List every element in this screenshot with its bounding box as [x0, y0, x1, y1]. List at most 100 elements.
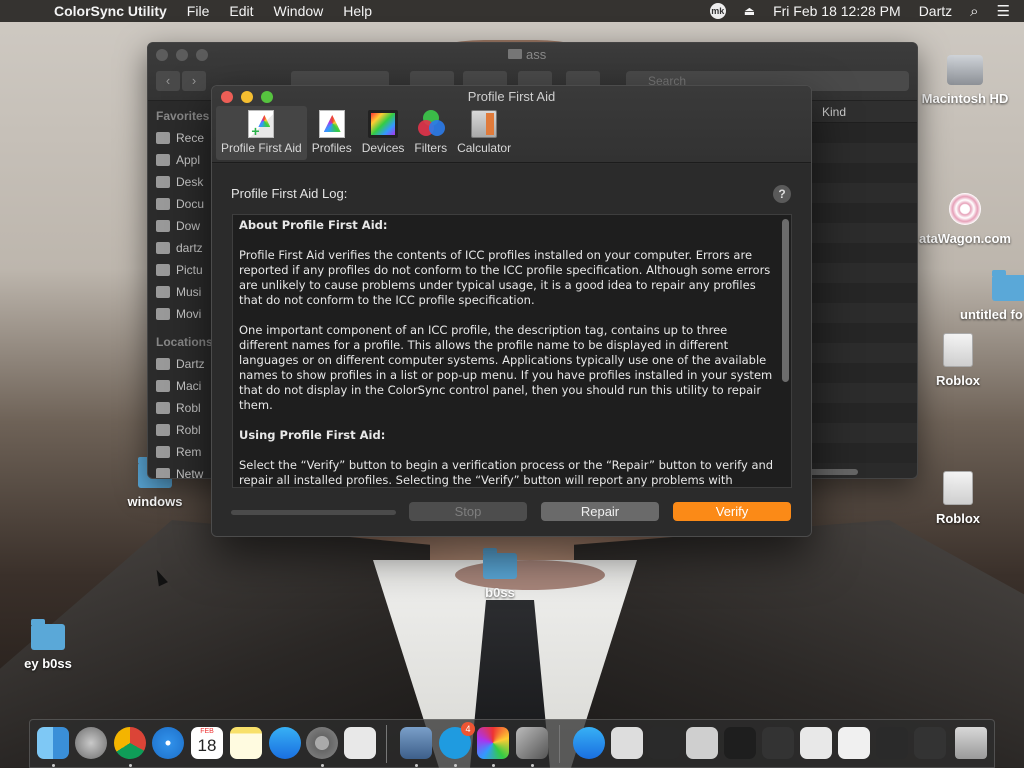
sidebar-item-roblox-1[interactable]: Robl	[156, 397, 212, 419]
sidebar-item-label: Docu	[176, 197, 205, 211]
menu-bar: ColorSync Utility File Edit Window Help …	[0, 0, 1024, 22]
menu-clock[interactable]: Fri Feb 18 12:28 PM	[773, 3, 901, 19]
tab-calculator[interactable]: Calculator	[452, 106, 516, 160]
computer-icon	[156, 358, 170, 370]
window-thumb-icon[interactable]	[800, 727, 832, 759]
vertical-scrollbar[interactable]	[782, 219, 789, 382]
calendar-day: 18	[197, 736, 217, 755]
profile-first-aid-icon	[248, 110, 275, 139]
mk-icon[interactable]: 4	[439, 722, 475, 759]
sidebar-item-network[interactable]: Netw	[156, 463, 212, 478]
utilities-icon[interactable]	[516, 727, 548, 759]
photo-icon[interactable]	[686, 727, 718, 759]
window-title: Profile First Aid	[467, 89, 556, 104]
calendar-month: FEB	[200, 728, 214, 735]
sidebar-item-downloads[interactable]: Dow	[156, 215, 212, 237]
colorsync-toolbar: Profile First Aid Profile First Aid Prof…	[212, 86, 811, 163]
minimize-icon[interactable]	[176, 49, 188, 61]
notes-icon[interactable]	[230, 727, 262, 759]
colorsync-icon[interactable]	[477, 727, 509, 759]
menu-app-name[interactable]: ColorSync Utility	[54, 3, 167, 19]
help-icon[interactable]: ?	[773, 185, 791, 203]
photo-icon[interactable]	[611, 727, 643, 759]
dock-separator	[386, 725, 387, 763]
flower-icon	[949, 193, 981, 225]
desktop-icon-untitled-folder[interactable]: untitled fo	[960, 270, 1024, 322]
desktop-icon-roblox-1[interactable]: Roblox	[925, 333, 991, 388]
colorsync-window[interactable]: Profile First Aid Profile First Aid Prof…	[211, 85, 812, 537]
launchpad-icon[interactable]	[75, 727, 107, 759]
menu-file[interactable]: File	[187, 3, 210, 19]
window-thumb-icon[interactable]	[914, 727, 946, 759]
forward-icon[interactable]: ›	[182, 71, 206, 91]
log-paragraph: One important component of an ICC profil…	[239, 323, 773, 412]
eject-icon[interactable]: ⏏	[744, 4, 755, 18]
desktop-icon-label: Roblox	[935, 511, 981, 526]
file-list[interactable]	[812, 123, 917, 463]
window-thumb-icon[interactable]	[724, 727, 756, 759]
stop-button[interactable]: Stop	[409, 502, 527, 521]
tab-profiles[interactable]: Profiles	[307, 106, 357, 160]
verify-button[interactable]: Verify	[673, 502, 791, 521]
downloads-icon	[156, 220, 170, 232]
sidebar-item-desktop[interactable]: Desk	[156, 171, 212, 193]
preview-icon[interactable]	[400, 727, 432, 759]
calendar-icon[interactable]: FEB 18	[191, 727, 223, 759]
desktop-icon-macintosh-hd[interactable]: Macintosh HD	[915, 55, 1015, 106]
roblox-icon[interactable]	[344, 727, 376, 759]
sidebar-item-pictures[interactable]: Pictu	[156, 259, 212, 281]
menu-help[interactable]: Help	[343, 3, 372, 19]
back-icon[interactable]: ‹	[156, 71, 180, 91]
desktop-icon-label: Macintosh HD	[921, 91, 1009, 106]
dock: FEB 18 4	[29, 719, 995, 768]
finder-icon[interactable]	[37, 727, 69, 759]
desktop-icon-label: ataWagon.com	[919, 231, 1011, 246]
sidebar-item-documents[interactable]: Docu	[156, 193, 212, 215]
window-thumb-icon[interactable]	[762, 727, 794, 759]
tab-label: Calculator	[457, 141, 512, 155]
window-thumb-icon[interactable]	[876, 727, 908, 759]
tab-profile-first-aid[interactable]: Profile First Aid	[216, 106, 307, 160]
running-indicator	[454, 764, 457, 767]
repair-button[interactable]: Repair	[541, 502, 659, 521]
trash-icon[interactable]	[955, 727, 987, 759]
sidebar-item-home[interactable]: dartz	[156, 237, 212, 259]
desktop-icon-roblox-2[interactable]: Roblox	[925, 471, 991, 526]
menu-window[interactable]: Window	[273, 3, 323, 19]
window-thumb-icon[interactable]	[648, 727, 680, 759]
close-icon[interactable]	[156, 49, 168, 61]
sidebar-item-recents[interactable]: Rece	[156, 127, 212, 149]
sidebar-item-applications[interactable]: Appl	[156, 149, 212, 171]
sidebar-item-macintosh[interactable]: Maci	[156, 375, 212, 397]
sidebar-item-dartz[interactable]: Dartz	[156, 353, 212, 375]
sidebar-item-remote-disc[interactable]: Rem	[156, 441, 212, 463]
tab-filters[interactable]: Filters	[409, 106, 452, 160]
menu-user[interactable]: Dartz	[919, 3, 952, 19]
profiles-icon	[318, 110, 345, 138]
menu-edit[interactable]: Edit	[229, 3, 253, 19]
safari-icon[interactable]	[152, 727, 184, 759]
system-preferences-icon[interactable]	[306, 727, 338, 759]
mk-status-icon[interactable]: mk	[709, 3, 726, 19]
window-thumb-icon[interactable]	[838, 727, 870, 759]
desktop-icon-boss[interactable]: b0ss	[465, 548, 535, 600]
notification-center-icon[interactable]: ☰	[997, 2, 1010, 20]
column-header-kind[interactable]: Kind	[812, 101, 917, 123]
log-heading-using: Using Profile First Aid:	[239, 428, 386, 442]
app-store-icon[interactable]	[269, 727, 301, 759]
status-area: mk ⏏ Fri Feb 18 12:28 PM Dartz ⌕ ☰	[709, 0, 1024, 22]
spotlight-icon[interactable]: ⌕	[970, 3, 978, 20]
chrome-icon[interactable]	[114, 727, 146, 759]
sidebar-item-movies[interactable]: Movi	[156, 303, 212, 325]
devices-icon	[368, 110, 399, 138]
desktop-icon-ey-boss[interactable]: ey b0ss	[10, 619, 86, 671]
desktop-icon-datawagon[interactable]: ataWagon.com	[915, 193, 1015, 246]
sidebar-item-music[interactable]: Musi	[156, 281, 212, 303]
sidebar-item-roblox-2[interactable]: Robl	[156, 419, 212, 441]
zoom-icon[interactable]	[196, 49, 208, 61]
tab-devices[interactable]: Devices	[357, 106, 410, 160]
notification-badge: 4	[461, 722, 475, 736]
app-store-icon[interactable]	[573, 727, 605, 759]
apple-menu-icon[interactable]	[20, 3, 40, 19]
log-textview[interactable]: About Profile First Aid: Profile First A…	[232, 214, 792, 488]
